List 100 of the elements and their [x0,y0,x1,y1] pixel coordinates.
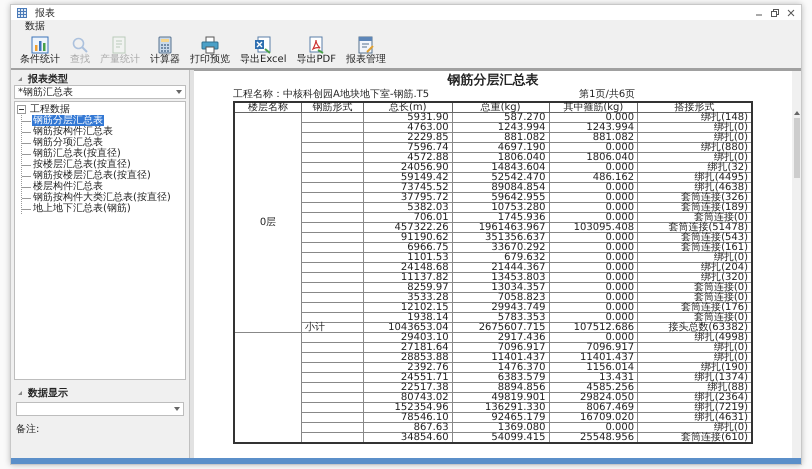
scroll-up-icon[interactable] [794,111,800,115]
column-header: 钢筋形式 [302,102,364,112]
table-cell: 37795.72 [364,192,452,202]
table-cell: 绑扎(4638) [638,182,752,192]
table-cell: 12102.15 [364,302,452,312]
table-cell: 679.632 [452,252,549,262]
tree-item[interactable]: 钢筋汇总表(按直径) [32,148,122,159]
table-cell: 套筒连接(0) [638,312,752,322]
collapse-icon[interactable] [17,390,23,396]
table-cell: 587.270 [452,112,549,122]
table-cell: 22517.38 [364,382,452,392]
table-cell: 绑扎(7219) [638,402,752,412]
table-cell: 套筒连接(0) [638,292,752,302]
table-cell: 59149.42 [364,172,452,182]
table-cell: 套筒连接(0) [638,212,752,222]
menu-item[interactable]: 数据 [25,21,45,33]
table-cell: 绑扎(0) [638,352,752,362]
table-cell: 套筒连接(176) [638,302,752,312]
table-cell: 绑扎(190) [638,362,752,372]
close-icon[interactable] [787,8,795,16]
toolbar-button[interactable]: 打印预览 [187,35,233,66]
table-cell: 49819.901 [452,392,549,402]
tree-item[interactable]: 钢筋分项汇总表 [32,137,104,148]
table-cell: 1369.080 [452,422,549,432]
table-cell: 绑扎(4631) [638,412,752,422]
table-cell: 绑扎(880) [638,142,752,152]
tree-item[interactable]: 工程数据 [29,104,71,115]
table-cell: 28853.88 [364,352,452,362]
tree-item[interactable]: 地上地下汇总表(钢筋) [32,203,132,214]
table-cell: 13453.803 [452,272,549,282]
table-cell: 80743.02 [364,392,452,402]
scroll-thumb[interactable] [794,118,800,178]
table-cell: 29943.749 [452,302,549,312]
toolbar-button[interactable]: 导出Excel [237,35,290,66]
table-cell: 0.000 [549,292,638,302]
table-cell: 24056.90 [364,162,452,172]
window-title: 报表 [35,6,55,20]
tree-toggle-icon[interactable] [17,105,26,114]
tree-item[interactable]: 楼层构件汇总表 [32,181,104,192]
table-cell: 套筒连接(161) [638,242,752,252]
toolbar-button[interactable]: 导出PDF [294,35,339,66]
tree-item[interactable]: 按楼层汇总表(按直径) [32,159,132,170]
table-cell: 0.000 [549,312,638,322]
toolbar-button[interactable]: 报表管理 [342,35,389,66]
scrollbar[interactable] [792,71,801,458]
table-cell: 0.000 [549,192,638,202]
dropdown-arrow-icon [174,407,180,411]
table-cell: 绑扎(88) [638,382,752,392]
table-cell: 2392.76 [364,362,452,372]
remark-label: 备注: [15,424,40,435]
table-cell: 0.000 [549,212,638,222]
table-cell: 136291.330 [452,402,549,412]
report-title: 钢筋分层汇总表 [448,73,538,89]
grid-icon [17,8,27,18]
table-cell: 29824.050 [549,392,638,402]
table-cell: 8067.469 [549,402,638,412]
table-cell: 5382.03 [364,202,452,212]
column-header: 搭接形式 [638,102,752,112]
table-cell: 套筒连接(0) [638,282,752,292]
restore-icon[interactable] [771,8,779,16]
table-cell: 套筒连接(189) [638,202,752,212]
table-cell: 107512.686 [549,322,638,332]
table-cell: 867.63 [364,422,452,432]
toolbar-button[interactable]: 计算器 [147,35,183,66]
table-cell: 14843.604 [452,162,549,172]
tree-item[interactable]: 钢筋分层汇总表 [32,115,104,126]
table-cell: 11401.437 [549,352,638,362]
splitter-handle[interactable] [189,70,194,458]
display-dropdown[interactable] [16,402,184,416]
table-cell: 绑扎(0) [638,122,752,132]
table-cell: 1806.040 [452,152,549,162]
table-cell: 0.000 [549,112,638,122]
table-cell: 2675607.715 [452,322,549,332]
table-cell: 706.01 [364,212,452,222]
tree-item[interactable]: 钢筋按构件汇总表 [32,126,114,137]
table-cell: 1476.370 [452,362,549,372]
spreadsheet-export-icon [254,36,272,54]
table-cell: 0.000 [549,242,638,252]
bar-chart-icon [31,36,49,54]
table-cell: 92465.179 [452,412,549,422]
table-cell: 52542.470 [452,172,549,182]
table-cell: 29403.10 [364,332,452,342]
collapse-icon[interactable] [17,76,23,82]
table-cell: 89084.854 [452,182,549,192]
table-cell: 0.000 [549,422,638,432]
table-cell: 绑扎(0) [638,152,752,162]
report-type-dropdown[interactable]: *钢筋汇总表 [14,85,186,99]
table-cell: 0.000 [549,162,638,172]
table-cell: 绑扎(4495) [638,172,752,182]
table-cell: 152354.96 [364,402,452,412]
table-cell: 27181.64 [364,342,452,352]
table-cell: 24148.68 [364,262,452,272]
project-name: 工程名称：中核科创园A地块地下室-钢筋.T5 [233,89,430,101]
table-cell: 套筒连接(543) [638,232,752,242]
table-cell: 16709.020 [549,412,638,422]
toolbar-button[interactable]: 条件统计 [17,35,63,66]
table-cell: 2917.436 [452,332,549,342]
table-cell: 4585.256 [549,382,638,392]
column-header: 其中箍筋(kg) [549,102,638,112]
table-cell: 7058.823 [452,292,549,302]
